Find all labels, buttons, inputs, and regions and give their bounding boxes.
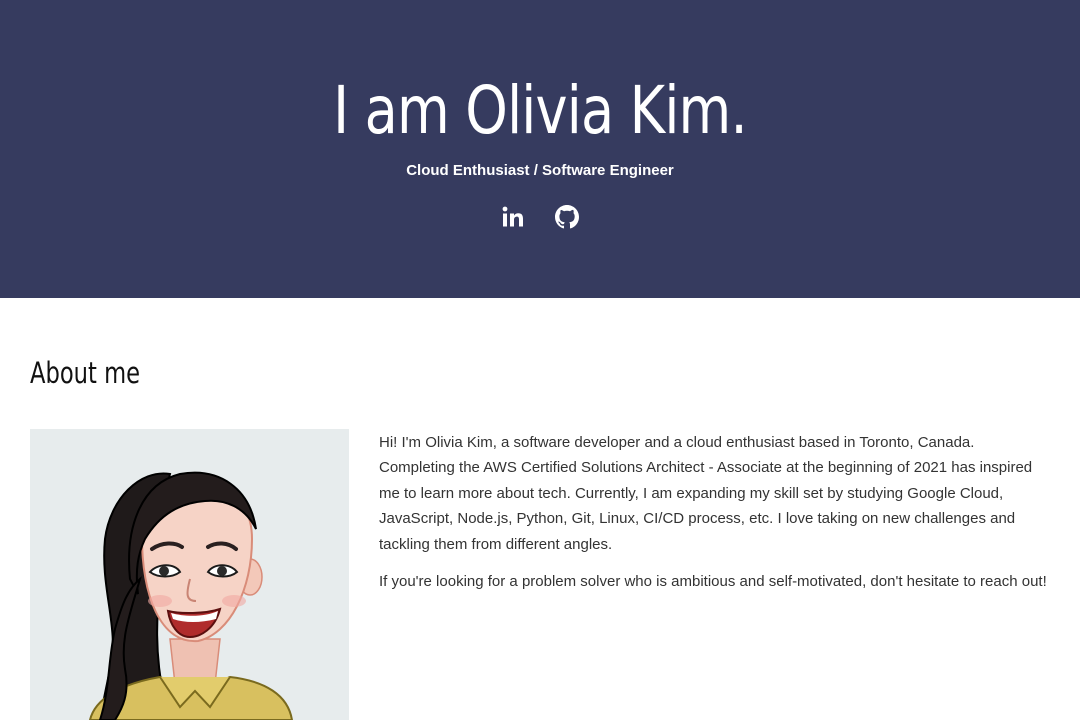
github-link[interactable]: [555, 205, 579, 229]
social-links: [0, 205, 1080, 229]
hero-banner: I am Olivia Kim. Cloud Enthusiast / Soft…: [0, 0, 1080, 298]
about-paragraph-contact: If you're looking for a problem solver w…: [379, 573, 1047, 591]
avatar-illustration: [88, 471, 294, 720]
about-section: Hi! I'm Olivia Kim, a software developer…: [379, 430, 1051, 606]
hero-subtitle: Cloud Enthusiast / Software Engineer: [406, 162, 674, 179]
about-heading: About me: [30, 356, 141, 390]
about-paragraph-intro: Hi! I'm Olivia Kim, a software developer…: [379, 434, 1033, 553]
page-title: I am Olivia Kim.: [333, 72, 748, 149]
linkedin-icon: [502, 206, 523, 227]
github-icon: [555, 205, 579, 229]
avatar: [30, 429, 349, 720]
linkedin-link[interactable]: [501, 205, 525, 229]
